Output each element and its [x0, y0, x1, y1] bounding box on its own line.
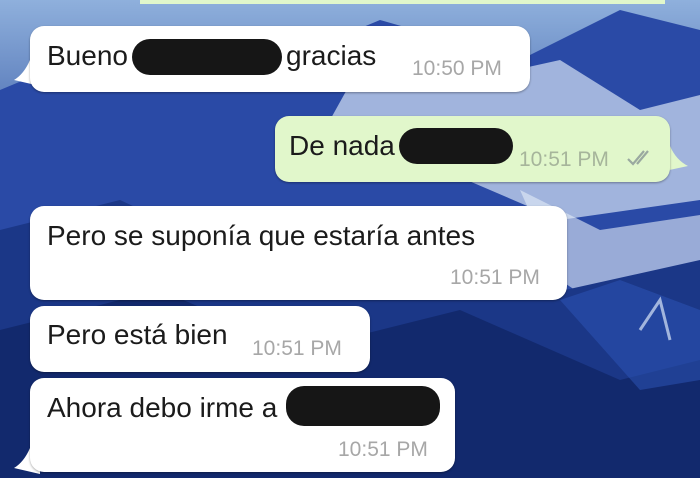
message-timestamp: 10:51 PM	[252, 337, 342, 360]
message-text: De nada	[289, 130, 395, 161]
message-text: Bueno	[47, 40, 128, 71]
message-timestamp: 10:51 PM	[338, 438, 428, 461]
message-timestamp: 10:50 PM	[412, 57, 502, 80]
message-bubble-outgoing[interactable]: De nada 10:51 PM	[275, 116, 670, 182]
redacted-block	[132, 39, 282, 75]
message-text: Pero se suponía que estaría antes	[47, 220, 476, 251]
message-text: gracias	[286, 40, 377, 71]
message-bubble-incoming[interactable]: Pero se suponía que estaría antes 10:51 …	[30, 206, 567, 300]
message-timestamp: 10:51 PM	[450, 266, 540, 289]
message-text: Ahora debo irme a	[47, 392, 278, 423]
double-check-icon	[627, 150, 649, 166]
redacted-block	[286, 386, 440, 426]
message-text: Pero está bien	[47, 319, 228, 350]
message-timestamp: 10:51 PM	[519, 148, 609, 171]
message-bubble-incoming[interactable]: Pero está bien 10:51 PM	[30, 306, 370, 372]
redacted-block	[399, 128, 513, 164]
message-bubble-incoming[interactable]: Bueno gracias 10:50 PM	[30, 26, 530, 92]
message-bubble-incoming[interactable]: Ahora debo irme a 10:51 PM	[30, 378, 455, 472]
